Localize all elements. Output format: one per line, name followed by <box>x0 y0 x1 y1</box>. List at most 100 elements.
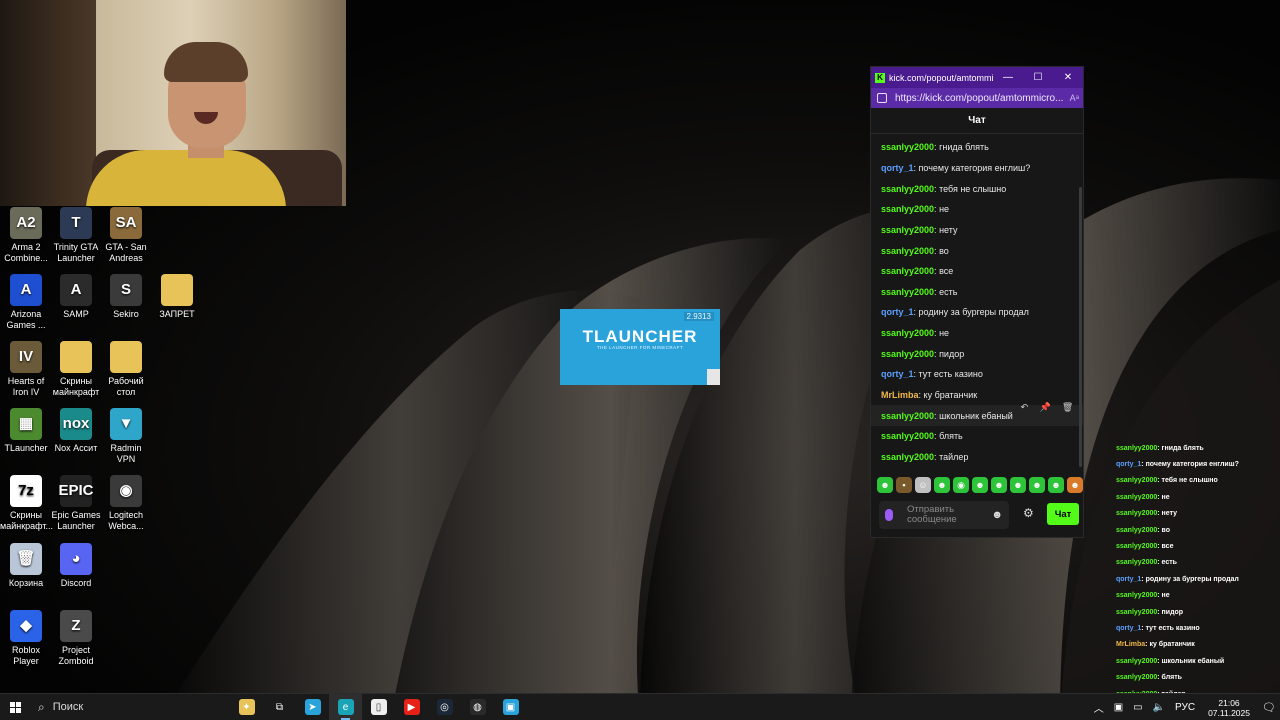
desktop-icon[interactable]: Z Project Zomboid <box>50 610 102 666</box>
chat-username[interactable]: ssanlyy2000 <box>881 142 934 152</box>
chat-message[interactable]: ssanlyy2000: не <box>871 323 1083 344</box>
chat-message[interactable]: ssanlyy2000: пидор <box>871 343 1083 364</box>
chat-username[interactable]: ssanlyy2000 <box>881 431 934 441</box>
chat-message-list[interactable]: ssanlyy2000: гнида блять qorty_1: почему … <box>871 137 1083 471</box>
chat-username[interactable]: qorty_1 <box>881 369 914 379</box>
start-button[interactable] <box>0 694 30 720</box>
chat-scrollbar[interactable] <box>1079 187 1082 467</box>
chat-username[interactable]: ssanlyy2000 <box>881 349 934 359</box>
clock[interactable]: 21:06 07.11.2025 <box>1208 698 1250 718</box>
desktop-icon[interactable]: A Arizona Games ... <box>0 274 52 330</box>
desktop-icon[interactable]: IV Hearts of Iron IV <box>0 341 52 397</box>
chat-username[interactable]: ssanlyy2000 <box>881 204 934 214</box>
chat-username[interactable]: qorty_1 <box>881 163 914 173</box>
desktop-icon[interactable]: A2 Arma 2 Combine... <box>0 207 52 263</box>
microphone-icon[interactable] <box>885 509 893 521</box>
chat-message[interactable]: qorty_1: тут есть казино <box>871 364 1083 385</box>
maximize-button[interactable]: ☐ <box>1023 72 1053 83</box>
overlay-chat-message: MrLimba: ку братанчик <box>1116 637 1280 653</box>
chat-message[interactable]: qorty_1: родину за бургеры продал <box>871 302 1083 323</box>
chat-username[interactable]: ssanlyy2000 <box>881 452 934 462</box>
overlay-chat-message: qorty_1: почему категория енглиш? <box>1116 456 1280 472</box>
desktop-icon[interactable]: T Trinity GTA Launcher <box>50 207 102 263</box>
chat-username[interactable]: qorty_1 <box>881 307 914 317</box>
desktop-icon[interactable]: EPIC Epic Games Launcher <box>50 475 102 531</box>
volume-icon[interactable]: 🔈 <box>1153 702 1165 713</box>
chat-message[interactable]: qorty_1: почему категория енглиш? <box>871 158 1083 179</box>
network-icon[interactable]: ▭ <box>1133 702 1142 713</box>
chat-message[interactable]: ssanlyy2000: нету <box>871 220 1083 241</box>
taskbar-app[interactable]: ▶ <box>395 694 428 720</box>
close-button[interactable]: ✕ <box>1053 72 1083 83</box>
settings-gear-icon[interactable]: ⚙ <box>1023 506 1034 520</box>
taskbar-app[interactable]: e <box>329 693 362 720</box>
taskbar-app[interactable]: ◎ <box>428 694 461 720</box>
desktop-icon[interactable]: Скрины майнкрафт <box>50 341 102 397</box>
delete-icon[interactable]: 🗑 <box>1062 402 1073 413</box>
taskbar-app[interactable]: ▣ <box>494 694 527 720</box>
desktop-icon[interactable]: S Sekiro <box>100 274 152 320</box>
desktop-icon[interactable]: ◆ Roblox Player <box>0 610 52 666</box>
desktop-icon[interactable]: 🗑 Корзина <box>0 543 52 589</box>
notification-icon[interactable]: 🗨 <box>1258 701 1280 714</box>
copilot-icon: ✦ <box>238 699 255 715</box>
chat-message[interactable]: ssanlyy2000: во <box>871 240 1083 261</box>
emote-icon[interactable]: ☻ <box>1048 477 1064 493</box>
desktop-icon[interactable]: A SAMP <box>50 274 102 320</box>
emote-icon[interactable]: ☻ <box>1010 477 1026 493</box>
overlay-chat-message: ssanlyy2000: пидор <box>1116 604 1280 620</box>
desktop-icon[interactable]: ЗАПРЕТ <box>151 274 203 320</box>
chat-username[interactable]: ssanlyy2000 <box>881 266 934 276</box>
taskbar-app[interactable]: ◍ <box>461 694 494 720</box>
chat-username[interactable]: ssanlyy2000 <box>881 287 934 297</box>
pin-icon[interactable]: 📌 <box>1039 402 1050 413</box>
chat-message[interactable]: ssanlyy2000: не <box>871 199 1083 220</box>
taskbar-app[interactable]: ▯ <box>362 694 395 720</box>
emote-icon[interactable]: ☻ <box>934 477 950 493</box>
chat-message[interactable]: ssanlyy2000: все <box>871 261 1083 282</box>
chat-message[interactable]: ssanlyy2000: тайлер <box>871 447 1083 468</box>
emote-icon[interactable]: ☻ <box>991 477 1007 493</box>
taskbar-search[interactable]: ⌕ Поиск <box>30 694 230 720</box>
emote-icon[interactable]: ☻ <box>1067 477 1083 493</box>
emote-icon[interactable]: ▪ <box>896 477 912 493</box>
chat-username[interactable]: MrLimba <box>881 390 919 400</box>
chat-message[interactable]: ssanlyy2000: есть <box>871 281 1083 302</box>
desktop-icon[interactable]: Рабочий стол <box>100 341 152 397</box>
desktop-icon[interactable]: SA GTA - San Andreas <box>100 207 152 263</box>
minimize-button[interactable]: — <box>993 72 1023 83</box>
emote-icon[interactable]: ☻ <box>972 477 988 493</box>
reply-icon[interactable]: ↶ <box>1021 402 1029 413</box>
desktop-icon[interactable]: ◉ Logitech Webca... <box>100 475 152 531</box>
emote-icon[interactable]: ☻ <box>877 477 893 493</box>
chat-input[interactable]: Отправить сообщение ☻ <box>879 501 1009 529</box>
chat-username[interactable]: ssanlyy2000 <box>881 411 934 421</box>
chat-username[interactable]: ssanlyy2000 <box>881 225 934 235</box>
send-chat-button[interactable]: Чат <box>1047 503 1079 525</box>
taskbar-app[interactable]: ➤ <box>296 694 329 720</box>
chat-message[interactable]: ssanlyy2000: тебя не слышно <box>871 178 1083 199</box>
chat-message[interactable]: ssanlyy2000: гнида блять <box>871 137 1083 158</box>
desktop-icon[interactable]: ▼ Radmin VPN <box>100 408 152 464</box>
emote-icon[interactable]: ◉ <box>953 477 969 493</box>
chat-message[interactable]: ssanlyy2000: блять <box>871 426 1083 447</box>
emote-icon[interactable]: ☺ <box>915 477 931 493</box>
desktop-icon[interactable]: ▦ TLauncher <box>0 408 52 454</box>
emote-icon[interactable]: ☻ <box>1029 477 1045 493</box>
taskbar-app[interactable]: ✦ <box>230 694 263 720</box>
desktop-icon[interactable]: nox Nox Ассит <box>50 408 102 454</box>
desktop-icon[interactable]: ◕ Discord <box>50 543 102 589</box>
desktop-icon[interactable]: 7z Скрины майнкрафт... <box>0 475 53 531</box>
chevron-up-icon[interactable]: ︿ <box>1094 700 1104 715</box>
taskbar-app[interactable]: ⧉ <box>263 694 296 720</box>
chat-username[interactable]: ssanlyy2000 <box>881 246 934 256</box>
address-bar[interactable]: https://kick.com/popout/amtommicro... Aᵃ <box>871 88 1083 108</box>
emoji-icon[interactable]: ☻ <box>991 509 1003 521</box>
language-indicator[interactable]: РУС <box>1175 702 1195 713</box>
chat-username[interactable]: ssanlyy2000 <box>881 328 934 338</box>
tray-app-icon[interactable]: ▣ <box>1114 702 1123 713</box>
read-aloud-icon[interactable]: Aᵃ <box>1070 93 1079 103</box>
site-info-icon[interactable] <box>877 93 887 103</box>
popup-titlebar[interactable]: K kick.com/popout/amtommi... — ☐ ✕ <box>871 67 1083 88</box>
chat-username[interactable]: ssanlyy2000 <box>881 184 934 194</box>
